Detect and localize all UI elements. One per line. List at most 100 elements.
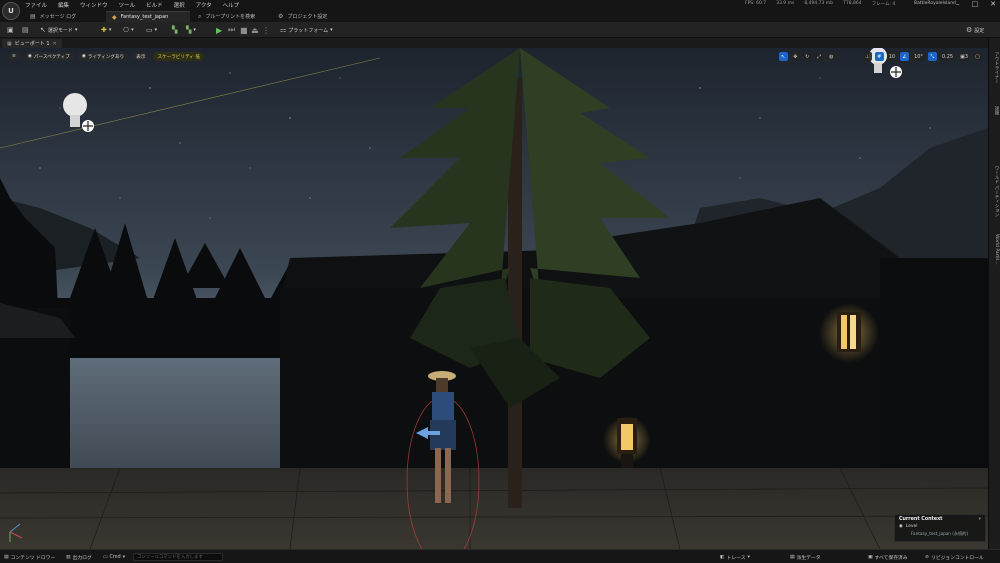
trace-button[interactable]: ◧ トレース ▾: [720, 553, 750, 561]
perspective-label: パースペクティブ: [33, 54, 70, 60]
settings-button[interactable]: ⚙ 設定: [966, 25, 984, 35]
angle-icon: ∠: [902, 53, 907, 60]
dock-tab-world-partition[interactable]: ワールド パーティション: [991, 166, 999, 217]
cinematics-button[interactable]: ▭ ▾: [146, 25, 157, 35]
menu-help[interactable]: ヘルプ: [223, 1, 240, 9]
viewport-menu-button[interactable]: ≡: [8, 52, 20, 61]
tab-level[interactable]: ◆ Fantasy_test_japan: [106, 11, 190, 22]
revision-icon: ⊘: [925, 554, 930, 560]
platforms-icon: ⚏: [280, 26, 287, 34]
close-icon[interactable]: ✕: [53, 41, 57, 47]
camera-speed-button[interactable]: ▣ 3: [958, 52, 970, 61]
save-button[interactable]: ▣: [7, 25, 14, 35]
rotation-snap-toggle[interactable]: ∠: [900, 52, 910, 61]
perspective-button[interactable]: ◉ パースペクティブ: [23, 52, 74, 61]
save-all-status[interactable]: ▣ すべて保存済み: [868, 553, 908, 561]
trace-label: トレース: [726, 555, 746, 561]
hamburger-icon: ≡: [12, 54, 16, 59]
platforms-dropdown[interactable]: ⚏ プラットフォーム ▾: [280, 25, 333, 35]
world-local-toggle[interactable]: ◍: [826, 52, 836, 61]
tab-label: ブループリントを検索: [205, 14, 256, 20]
viewport-options-bar: ≡ ◉ パースペクティブ ◉ ライティングあり 表示 スケーラビリティ 低: [8, 52, 204, 61]
derived-data-button[interactable]: ▤ 派生データ: [790, 553, 821, 561]
title-bar: ファイル 編集 ウィンドウ ツール ビルド 選択 アクタ ヘルプ FPS: 60…: [0, 0, 1000, 10]
lighting-label: ライティングあり: [87, 54, 125, 60]
close-button[interactable]: ✕: [990, 0, 996, 8]
step-button[interactable]: ⏭: [228, 25, 235, 35]
viewport-tab-strip: ▦ ビューポート 1 ✕: [0, 38, 1000, 48]
revision-label: リビジョンコントロール: [931, 555, 984, 561]
show-button[interactable]: 表示: [132, 52, 150, 61]
context-title: Current Context ▾: [899, 517, 981, 522]
scene-render[interactable]: [0, 48, 988, 549]
blueprint-button[interactable]: ⎔ ▾: [123, 25, 134, 35]
lighting-mode-button[interactable]: ◉ ライティングあり: [77, 52, 129, 61]
viewport-icon: ▦: [7, 40, 12, 47]
maximize-viewport-button[interactable]: ▢: [973, 52, 982, 61]
grid-icon: #: [877, 53, 882, 60]
browse-button[interactable]: ▤: [22, 25, 29, 35]
translate-tool-button[interactable]: ✥: [790, 52, 800, 61]
scalability-warning-button[interactable]: スケーラビリティ 低: [153, 52, 204, 61]
play-options-button[interactable]: ⋮: [262, 25, 270, 35]
menu-select[interactable]: 選択: [174, 1, 185, 9]
tab-viewport-1[interactable]: ▦ ビューポート 1 ✕: [2, 39, 62, 48]
eject-button[interactable]: ⏏: [251, 25, 259, 35]
cmd-dropdown[interactable]: ▭ Cmd ▾: [103, 553, 125, 561]
chevron-down-icon[interactable]: ▾: [979, 517, 981, 522]
select-tool-button[interactable]: ↖: [778, 52, 788, 61]
add-actor-button[interactable]: ✚ ▾: [101, 25, 111, 35]
tab-project-settings[interactable]: ⚙ プロジェクト設定: [272, 11, 333, 22]
tab-find-blueprints[interactable]: ⌕ ブループリントを検索: [192, 11, 261, 22]
objects-readout: 778,864: [843, 1, 862, 6]
scale-tool-button[interactable]: ⤢: [814, 52, 824, 61]
menu-tools[interactable]: ツール: [119, 1, 136, 9]
context-map-name: Fantasy_test_japan (永続的): [911, 531, 969, 536]
rotate-tool-button[interactable]: ↻: [802, 52, 812, 61]
folder-icon: ▤: [22, 26, 29, 34]
select-mode-dropdown[interactable]: ↖ 選択モード ▾: [40, 25, 77, 35]
add-icon: ✚: [101, 26, 107, 34]
level-viewport[interactable]: ≡ ◉ パースペクティブ ◉ ライティングあり 表示 スケーラビリティ 低 ↖ …: [0, 48, 988, 549]
log-icon: ▥: [66, 554, 71, 560]
grid-snap-value[interactable]: 10: [886, 52, 898, 61]
revision-control-button[interactable]: ⊘ リビジョンコントロール: [925, 553, 984, 561]
modeling-button[interactable]: ▚ ▾: [186, 25, 196, 35]
scale-snap-toggle[interactable]: ⤡: [927, 52, 937, 61]
output-log-button[interactable]: ▥ 出力ログ: [66, 553, 92, 561]
snap-icon: ⊥: [865, 53, 870, 60]
grid-snap-toggle[interactable]: #: [874, 52, 884, 61]
stone-lantern-light: [621, 424, 633, 450]
unreal-logo[interactable]: U: [2, 2, 20, 20]
settings-label: 設定: [974, 27, 985, 34]
menu-window[interactable]: ウィンドウ: [80, 1, 108, 9]
rotation-snap-value[interactable]: 10°: [912, 52, 925, 61]
menu-file[interactable]: ファイル: [25, 1, 47, 9]
terminal-icon: ▭: [103, 554, 108, 560]
content-drawer-button[interactable]: ▤ コンテンツ ドロワー: [4, 553, 55, 561]
tab-message-log[interactable]: ▤ メッセージ ログ: [24, 11, 82, 22]
wall-lantern-frame: [837, 312, 861, 352]
menu-edit[interactable]: 編集: [58, 1, 69, 9]
console-command-input[interactable]: コンソールコマンドを入力します: [133, 553, 223, 561]
play-icon: ▶: [216, 25, 223, 35]
minimize-button[interactable]: –: [956, 0, 960, 8]
menu-actor[interactable]: アクタ: [196, 1, 212, 9]
dock-tab-outliner[interactable]: アウトライナー: [991, 52, 999, 84]
modes-button[interactable]: ▚: [172, 25, 177, 35]
dock-tab-world-partition-2[interactable]: World Partit...: [991, 234, 999, 265]
move-icon: ✥: [793, 53, 798, 60]
surface-snap-button[interactable]: ⊥: [862, 52, 872, 61]
scale-snap-value[interactable]: 0.25: [939, 52, 956, 61]
maximize-button[interactable]: □: [972, 0, 979, 8]
play-button[interactable]: ▶: [216, 25, 222, 35]
stop-button[interactable]: ■: [240, 25, 248, 35]
frame-time-readout: 33.9 ms: [776, 1, 795, 6]
level-icon: ◉: [899, 524, 903, 529]
menu-build[interactable]: ビルド: [146, 1, 163, 9]
cmd-label: Cmd: [109, 554, 121, 560]
dock-tab-details[interactable]: 詳細: [991, 106, 999, 115]
context-level-row[interactable]: ◉ Level: [899, 524, 981, 529]
message-log-icon: ▤: [30, 13, 36, 20]
camera-speed-value: 3: [964, 53, 968, 60]
